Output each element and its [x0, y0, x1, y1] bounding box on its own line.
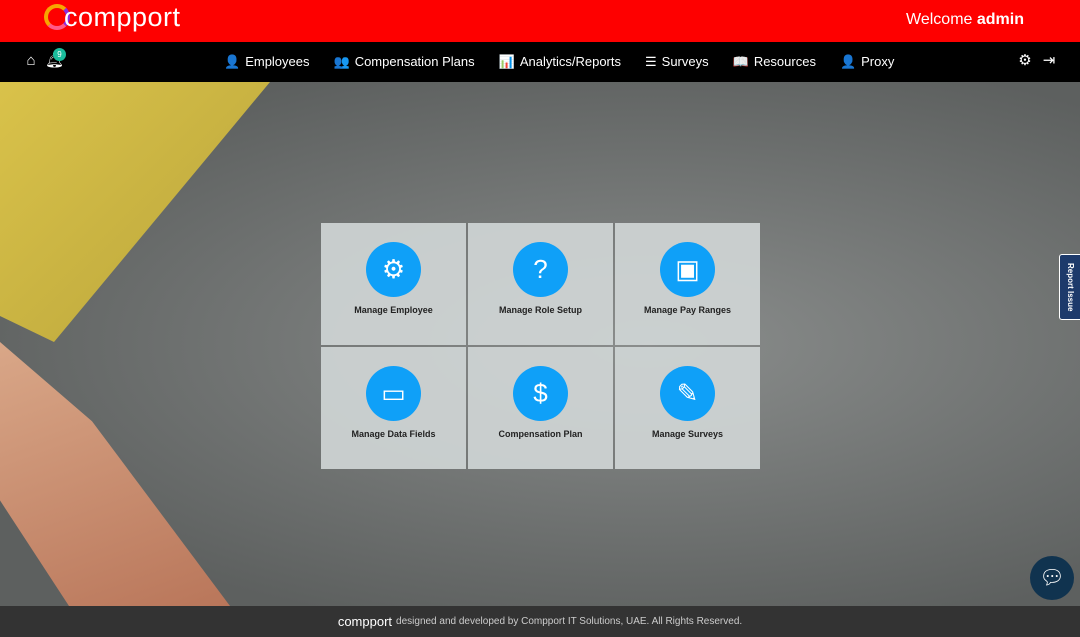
tile-manage-employee[interactable]: ⚙ Manage Employee: [321, 223, 466, 345]
nav-item-label: Analytics/Reports: [519, 54, 621, 69]
users-icon: 👥: [333, 54, 350, 69]
welcome-label: Welcome: [906, 11, 973, 28]
nav-item-employees[interactable]: 👤 Employees: [224, 54, 310, 70]
nav-menu: 👤 Employees 👥 Compensation Plans 📊 Analytics/…: [224, 42, 894, 82]
nav-item-label: Proxy: [861, 54, 895, 69]
tile-label: Manage Pay Ranges: [643, 305, 732, 315]
home-icon[interactable]: ⌂: [22, 52, 40, 70]
gear-icon[interactable]: ⚙: [1016, 52, 1034, 70]
user-icon: 👤: [224, 54, 241, 69]
data-fields-icon: ▭: [366, 366, 421, 421]
tile-manage-data-fields[interactable]: ▭ Manage Data Fields: [321, 347, 466, 469]
main-nav: ⌂ 🔔︎ 9 👤 Employees 👥 Compensation Plans 📊 Ana…: [0, 42, 1080, 82]
money-hand-icon: $: [513, 366, 568, 421]
footer-text: designed and developed by Compport IT So…: [396, 616, 743, 627]
survey-icon: ✎: [660, 366, 715, 421]
role-icon: ?: [513, 242, 568, 297]
tile-label: Manage Role Setup: [498, 305, 582, 315]
report-issue-button[interactable]: Report Issue: [1059, 254, 1080, 320]
background-photo: [0, 342, 230, 606]
tile-manage-role-setup[interactable]: ? Manage Role Setup: [468, 223, 613, 345]
tile-manage-pay-ranges[interactable]: ▣ Manage Pay Ranges: [615, 223, 760, 345]
nav-item-surveys[interactable]: ☰ Surveys: [645, 54, 709, 70]
welcome-text: Welcome admin: [906, 11, 1024, 29]
nav-item-analytics-reports[interactable]: 📊 Analytics/Reports: [499, 54, 621, 70]
compport-logo[interactable]: compport: [44, 2, 181, 33]
header-bar: compport Welcome admin: [0, 0, 1080, 42]
footer: compport designed and developed by Compp…: [0, 606, 1080, 637]
tile-label: Manage Surveys: [651, 429, 724, 439]
tile-label: Compensation Plan: [498, 429, 583, 439]
pay-ranges-icon: ▣: [660, 242, 715, 297]
book-icon: 📖: [732, 54, 749, 69]
tile-label: Manage Data Fields: [351, 429, 436, 439]
logout-icon[interactable]: ⇥: [1040, 52, 1058, 70]
nav-item-label: Compensation Plans: [354, 54, 475, 69]
nav-item-label: Surveys: [661, 54, 709, 69]
logo-text: compport: [64, 2, 181, 32]
gear-icon: ⚙: [366, 242, 421, 297]
chart-icon: 📊: [498, 54, 515, 69]
nav-item-proxy[interactable]: 👤 Proxy: [840, 54, 894, 70]
notification-badge: 9: [53, 48, 66, 61]
nav-item-label: Employees: [245, 54, 310, 69]
list-icon: ☰: [645, 54, 657, 69]
dashboard-background: ⚙ Manage Employee? Manage Role Setup ▣ Manag…: [0, 82, 1080, 606]
user-icon: 👤: [839, 54, 857, 69]
nav-item-resources[interactable]: 📖 Resources: [733, 54, 816, 70]
tile-manage-surveys[interactable]: ✎ Manage Surveys: [615, 347, 760, 469]
footer-logo: compport: [337, 614, 393, 629]
nav-item-label: Resources: [753, 54, 816, 69]
tile-grid: ⚙ Manage Employee? Manage Role Setup ▣ Manag…: [321, 223, 760, 469]
chat-button[interactable]: 💬︎: [1030, 556, 1074, 600]
nav-item-compensation-plans[interactable]: 👥 Compensation Plans: [334, 54, 475, 70]
background-photo: [0, 82, 270, 342]
username: admin: [976, 11, 1024, 28]
tile-label: Manage Employee: [354, 305, 433, 315]
tile-compensation-plan[interactable]: $ Compensation Plan: [468, 347, 613, 469]
